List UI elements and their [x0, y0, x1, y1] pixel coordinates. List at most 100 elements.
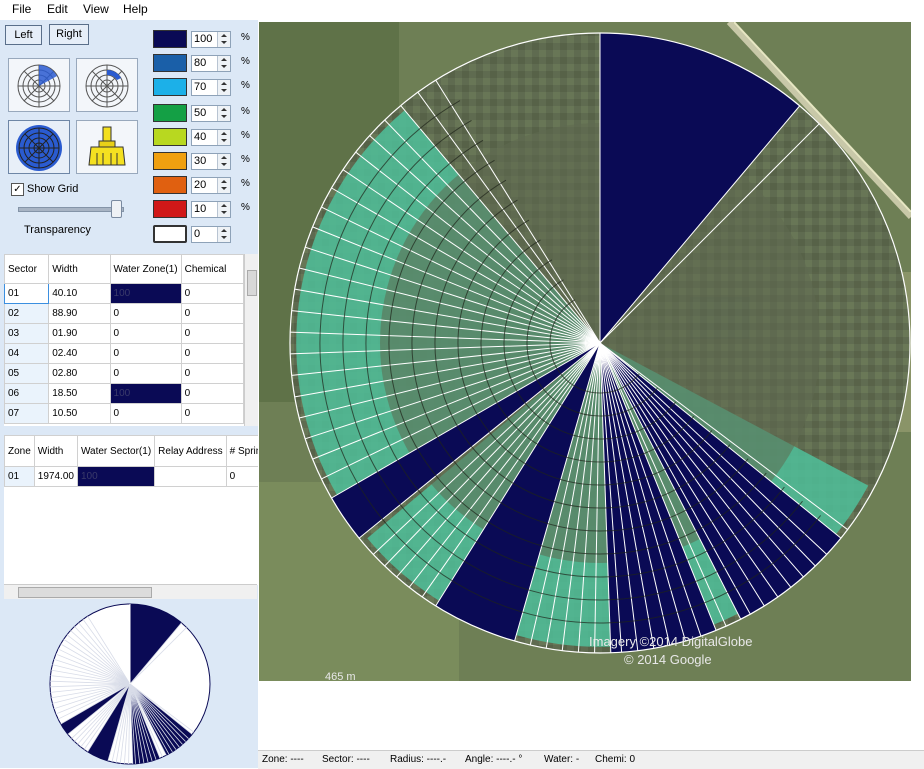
table-cell[interactable]: 100 [76, 466, 156, 487]
table-cell[interactable]: 02.80 [48, 363, 111, 384]
table-cell[interactable] [154, 466, 227, 487]
spin-arrows-icon[interactable] [217, 56, 230, 71]
legend-value-spinner[interactable]: 0 [191, 226, 231, 243]
menu-view[interactable]: View [83, 2, 109, 16]
column-header[interactable]: Sector [4, 254, 50, 284]
legend-swatch[interactable] [153, 104, 187, 122]
column-header[interactable]: Width [33, 435, 78, 467]
table-cell[interactable]: 0 [109, 403, 182, 424]
table-cell[interactable]: 04 [4, 343, 50, 364]
table-row[interactable]: 02 88.90 0 0 [4, 303, 244, 324]
spin-arrows-icon[interactable] [217, 32, 230, 47]
table-cell[interactable]: 88.90 [48, 303, 111, 324]
legend-value-spinner[interactable]: 40 [191, 129, 231, 146]
table-cell[interactable]: 0 [180, 283, 244, 304]
ring-tool-button[interactable] [76, 58, 138, 112]
table-row[interactable]: 01 40.10 100 0 [4, 283, 244, 304]
column-header[interactable]: Zone [4, 435, 35, 467]
table-cell[interactable]: 0 [180, 363, 244, 384]
table-cell[interactable]: 01 [4, 466, 35, 487]
column-header[interactable]: Water Zone(1) [109, 254, 182, 284]
sector-table-scrollbar[interactable] [244, 254, 258, 426]
table-cell[interactable]: 0 [109, 303, 182, 324]
table-cell[interactable]: 0 [109, 363, 182, 384]
map-view[interactable]: Imagery ©2014 DigitalGlobe © 2014 Google… [259, 19, 914, 683]
table-row[interactable]: 011974.0010000 [4, 466, 258, 487]
table-cell[interactable]: 05 [4, 363, 50, 384]
legend-swatch[interactable] [153, 54, 187, 72]
map-attribution-google: © 2014 Google [624, 652, 712, 667]
table-cell[interactable]: 0 [109, 323, 182, 344]
table-cell[interactable]: 07 [4, 403, 50, 424]
legend-value-spinner[interactable]: 100 [191, 31, 231, 48]
table-cell[interactable]: 0 [109, 343, 182, 364]
menu-help[interactable]: Help [123, 2, 148, 16]
table-cell[interactable]: 0 [180, 343, 244, 364]
sector-table[interactable]: Sector Width Water Zone(1) Chemical 01 40.10 1… [4, 254, 244, 426]
table-cell[interactable]: 0 [180, 323, 244, 344]
map-attribution-imagery: Imagery ©2014 DigitalGlobe [589, 634, 753, 649]
column-header[interactable]: Chemical [180, 254, 244, 284]
table-cell[interactable]: 100 [109, 383, 182, 404]
legend-swatch[interactable] [153, 78, 187, 96]
column-header[interactable]: Relay Address [154, 435, 227, 467]
scroll-thumb[interactable] [18, 587, 152, 598]
transparency-slider-track[interactable] [18, 207, 124, 212]
table-row[interactable]: 05 02.80 0 0 [4, 363, 244, 384]
table-cell[interactable]: 02.40 [48, 343, 111, 364]
sector-tool-button[interactable] [8, 58, 70, 112]
show-grid-checkbox[interactable]: ✓ [11, 183, 24, 196]
legend-value-spinner[interactable]: 10 [191, 201, 231, 218]
table-cell[interactable]: 0 [180, 303, 244, 324]
table-cell[interactable]: 10.50 [48, 403, 111, 424]
table-row[interactable]: 07 10.50 0 0 [4, 403, 244, 424]
table-cell[interactable]: 18.50 [48, 383, 111, 404]
table-row[interactable]: 06 18.50 100 0 [4, 383, 244, 404]
spin-arrows-icon[interactable] [217, 154, 230, 169]
paint-brush-button[interactable] [76, 120, 138, 174]
table-cell[interactable]: 0 [225, 466, 258, 487]
table-cell[interactable]: 06 [4, 383, 50, 404]
spin-arrows-icon[interactable] [217, 80, 230, 95]
legend-value-spinner[interactable]: 20 [191, 177, 231, 194]
legend-swatch[interactable] [153, 30, 187, 48]
column-header[interactable]: # Sprinkler [225, 435, 258, 467]
table-cell[interactable]: 02 [4, 303, 50, 324]
zone-table-scrollbar[interactable] [4, 584, 257, 599]
pivot-map[interactable]: Imagery ©2014 DigitalGlobe © 2014 Google… [259, 19, 914, 683]
legend-swatch[interactable] [153, 225, 187, 243]
column-header[interactable]: Width [48, 254, 111, 284]
legend-swatch[interactable] [153, 200, 187, 218]
spin-arrows-icon[interactable] [217, 178, 230, 193]
table-cell[interactable]: 0 [180, 403, 244, 424]
spin-arrows-icon[interactable] [217, 130, 230, 145]
legend-value-spinner[interactable]: 80 [191, 55, 231, 72]
legend-swatch[interactable] [153, 152, 187, 170]
table-row[interactable]: 03 01.90 0 0 [4, 323, 244, 344]
spin-arrows-icon[interactable] [217, 202, 230, 217]
menu-file[interactable]: File [12, 2, 31, 16]
table-cell[interactable]: 1974.00 [33, 466, 78, 487]
legend-swatch[interactable] [153, 128, 187, 146]
table-row[interactable]: 04 02.40 0 0 [4, 343, 244, 364]
scroll-thumb[interactable] [247, 270, 257, 296]
zone-table[interactable]: Zone Width Water Sector(1) Relay Address # S… [4, 435, 258, 585]
table-cell[interactable]: 01 [4, 283, 50, 304]
table-cell[interactable]: 01.90 [48, 323, 111, 344]
legend-swatch[interactable] [153, 176, 187, 194]
table-cell[interactable]: 100 [109, 283, 182, 304]
transparency-slider-thumb[interactable] [111, 200, 122, 218]
table-cell[interactable]: 40.10 [48, 283, 111, 304]
table-cell[interactable]: 0 [180, 383, 244, 404]
table-cell[interactable]: 03 [4, 323, 50, 344]
right-button[interactable]: Right [49, 24, 89, 45]
spin-arrows-icon[interactable] [217, 106, 230, 121]
column-header[interactable]: Water Sector(1) [76, 435, 156, 467]
left-button[interactable]: Left [5, 25, 42, 45]
menu-edit[interactable]: Edit [47, 2, 68, 16]
spin-arrows-icon[interactable] [217, 227, 230, 242]
legend-value-spinner[interactable]: 30 [191, 153, 231, 170]
legend-value-spinner[interactable]: 50 [191, 105, 231, 122]
legend-value-spinner[interactable]: 70 [191, 79, 231, 96]
full-circle-tool-button[interactable] [8, 120, 70, 174]
